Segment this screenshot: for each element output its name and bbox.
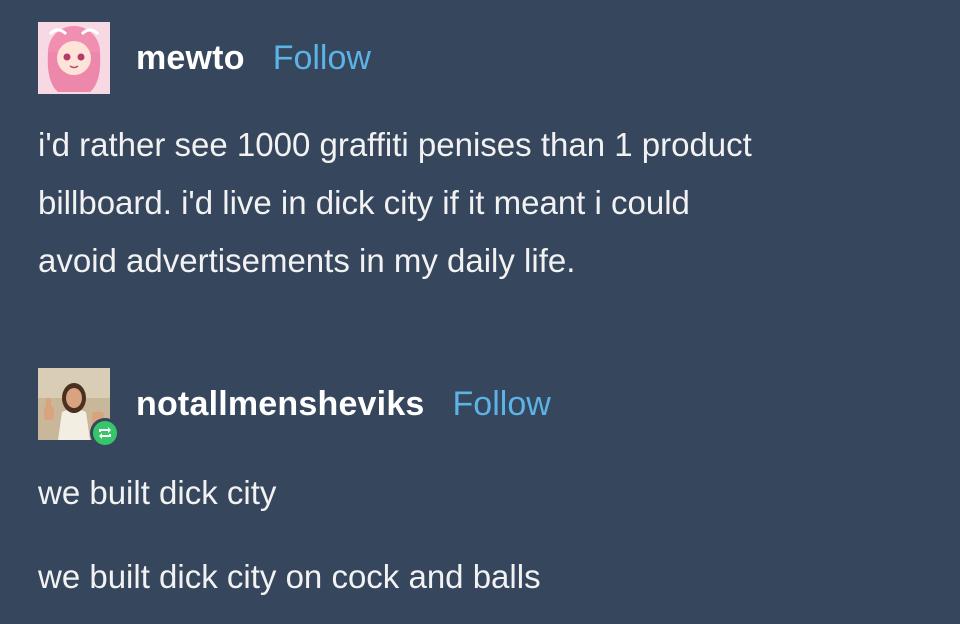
post-paragraph: we built dick city on cock and balls bbox=[38, 558, 541, 595]
avatar-mewto[interactable] bbox=[38, 22, 110, 94]
avatar-notallmensheviks[interactable] bbox=[38, 368, 120, 448]
follow-button[interactable]: Follow bbox=[273, 39, 371, 78]
follow-button[interactable]: Follow bbox=[453, 385, 551, 424]
post-body-notallmensheviks: we built dick city we built dick city on… bbox=[38, 464, 928, 606]
reblog-icon bbox=[99, 427, 111, 439]
anime-girl-avatar-icon bbox=[38, 22, 110, 94]
post-body-mewto: i'd rather see 1000 graffiti penises tha… bbox=[38, 116, 928, 290]
post-text-line: i'd rather see 1000 graffiti penises tha… bbox=[38, 126, 752, 163]
post-text-line: avoid advertisements in my daily life. bbox=[38, 242, 576, 279]
reblog-badge bbox=[90, 418, 120, 448]
username[interactable]: mewto bbox=[136, 39, 245, 78]
post-text-line: billboard. i'd live in dick city if it m… bbox=[38, 184, 690, 221]
post-header-mewto: mewto Follow bbox=[38, 22, 371, 94]
post-header-notallmensheviks: notallmensheviks Follow bbox=[38, 368, 551, 448]
post-paragraph: we built dick city bbox=[38, 474, 277, 511]
username[interactable]: notallmensheviks bbox=[136, 385, 425, 424]
